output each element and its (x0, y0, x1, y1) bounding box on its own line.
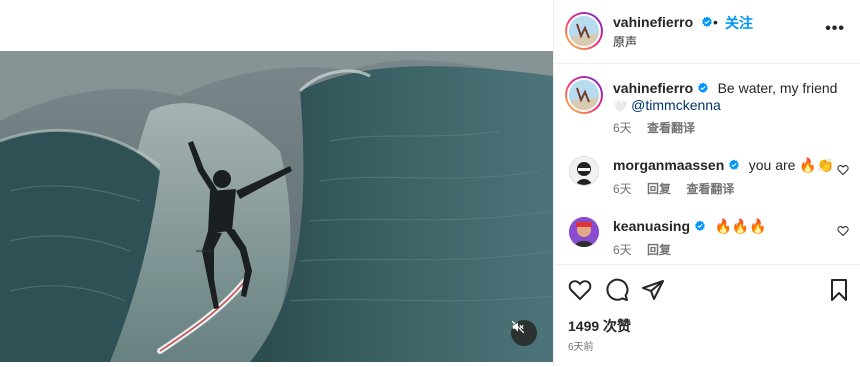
send-icon[interactable] (641, 278, 665, 302)
post-time[interactable]: 6天前 (568, 338, 594, 353)
post-viewer: vahinefierro • 关注 原声 ••• vahinefierro Be… (0, 0, 860, 367)
avatar-picture (569, 16, 599, 46)
header-username-text[interactable]: vahinefierro (613, 14, 693, 30)
caption-username[interactable]: vahinefierro (613, 80, 693, 96)
audio-label[interactable]: 原声 (613, 33, 637, 50)
translate-button[interactable]: 查看翻译 (686, 182, 734, 196)
comment-text-block: morganmaassen you are 🔥👏 (613, 157, 834, 175)
post-header: vahinefierro • 关注 原声 ••• (554, 0, 860, 64)
mention-link[interactable]: @timmckenna (631, 97, 721, 113)
comment-meta: 6天 回复 查看翻译 (613, 180, 746, 197)
caption-text: Be water, my friend (717, 80, 838, 96)
post-panel: vahinefierro • 关注 原声 ••• vahinefierro Be… (553, 0, 860, 367)
comment-text: 🔥🔥🔥 (714, 218, 767, 234)
caption-meta: 6天 查看翻译 (613, 119, 707, 136)
avatar-picture (569, 217, 599, 247)
reply-button[interactable]: 回复 (647, 243, 671, 257)
mute-button[interactable] (511, 320, 537, 346)
header-username[interactable]: vahinefierro (613, 14, 713, 30)
reply-button[interactable]: 回复 (647, 182, 671, 196)
bookmark-icon[interactable] (827, 278, 851, 302)
commenter-avatar[interactable] (569, 156, 599, 186)
avatar-picture (570, 157, 598, 185)
heart-emoji: 🤍 (613, 101, 627, 113)
comment-time: 6天 (613, 243, 632, 257)
follow-button[interactable]: 关注 (725, 13, 753, 33)
caption-text-block: vahinefierro Be water, my friend 🤍 @timm… (613, 80, 853, 116)
surf-video[interactable] (0, 51, 553, 362)
comment-item: keanuasing 🔥🔥🔥 6天 回复 (554, 209, 860, 265)
wave-surfer-illustration (0, 51, 553, 362)
comment-meta: 6天 回复 (613, 241, 683, 258)
comment-username[interactable]: morganmaassen (613, 157, 724, 173)
verified-badge-icon (695, 220, 705, 231)
avatar-image (567, 78, 601, 112)
comment-item: morganmaassen you are 🔥👏 6天 回复 查看翻译 (554, 148, 860, 204)
like-comment-heart-icon[interactable] (837, 164, 849, 176)
media-area (0, 0, 553, 367)
caption-time: 6天 (613, 121, 632, 135)
post-actions: 1499 次赞 6天前 (554, 264, 860, 367)
verified-badge-icon (729, 159, 740, 170)
like-comment-heart-icon[interactable] (837, 225, 849, 237)
author-avatar[interactable] (565, 12, 603, 50)
comment-username[interactable]: keanuasing (613, 218, 690, 234)
avatar-picture (569, 80, 599, 110)
heart-icon[interactable] (568, 278, 592, 302)
likes-count[interactable]: 1499 次赞 (568, 316, 631, 336)
commenter-avatar[interactable] (569, 217, 599, 247)
avatar-image (567, 14, 601, 48)
caption-avatar[interactable] (565, 76, 603, 114)
separator-dot: • (713, 14, 718, 30)
verified-badge-icon (702, 16, 712, 27)
comment-text-block: keanuasing 🔥🔥🔥 (613, 218, 767, 236)
muted-speaker-icon (511, 320, 525, 334)
more-options-button[interactable]: ••• (825, 20, 845, 38)
verified-badge-icon (698, 82, 708, 93)
comment-text: you are 🔥👏 (748, 157, 835, 173)
caption-translate-button[interactable]: 查看翻译 (647, 121, 695, 135)
comment-icon[interactable] (605, 278, 629, 302)
caption: vahinefierro Be water, my friend 🤍 @timm… (554, 64, 860, 144)
comment-time: 6天 (613, 182, 632, 196)
